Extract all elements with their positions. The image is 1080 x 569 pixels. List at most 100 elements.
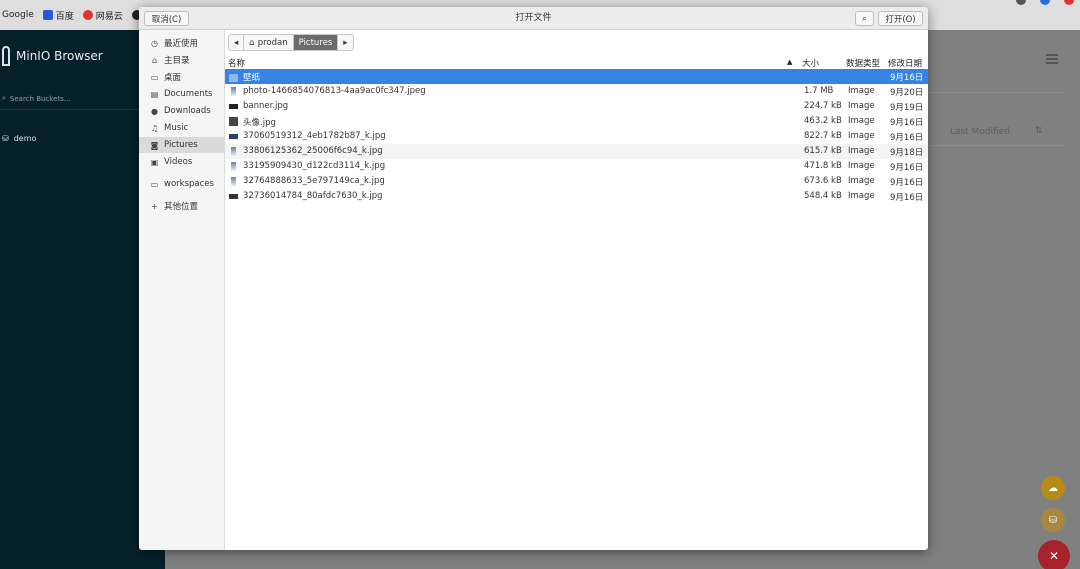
path-segment-home[interactable]: ⌂ prodan [244, 35, 294, 50]
place-desktop[interactable]: ▭ 桌面 [139, 69, 225, 85]
chevron-right-icon: ▸ [343, 37, 348, 48]
bucket-search-placeholder: Search Buckets... [9, 94, 71, 103]
cloud-upload-icon: ☁ [1048, 482, 1058, 494]
file-name: 头像.jpg [243, 118, 276, 128]
file-modified: 9月16日 [890, 118, 924, 128]
bucket-search[interactable]: ⌕ Search Buckets... [0, 94, 140, 110]
file-row[interactable]: 33806125362_25006f6c94_k.jpg 615.7 kB Im… [225, 144, 928, 159]
column-header-name[interactable]: 名称 [228, 57, 245, 69]
baidu-icon [42, 10, 53, 20]
video-icon: ▣ [150, 157, 159, 167]
sort-ascending-icon: ▲ [787, 58, 793, 66]
place-downloads[interactable]: ● Downloads [139, 103, 225, 119]
file-size: 822.7 kB [804, 131, 842, 141]
file-type: Image [848, 116, 875, 126]
close-icon: ✕ [1048, 549, 1060, 563]
sort-icon[interactable]: ⇅ [1035, 126, 1043, 136]
notification-icon[interactable] [1064, 0, 1074, 5]
column-header-modified[interactable]: 修改日期 [888, 57, 922, 69]
file-row[interactable]: 33195909430_d122cd3114_k.jpg 471.8 kB Im… [225, 159, 928, 174]
download-icon: ● [151, 106, 158, 116]
column-header-size[interactable]: 大小 [802, 57, 819, 69]
file-modified: 9月16日 [890, 133, 924, 143]
bookmark-google[interactable]: Google [2, 10, 34, 20]
file-name: 37060519312_4eb1782b87_k.jpg [243, 131, 386, 141]
image-file-icon [231, 147, 236, 156]
file-row[interactable]: photo-1466854076813-4aa9ac0fc347.jpeg 1.… [225, 84, 928, 99]
place-label: workspaces [164, 179, 214, 189]
path-segment-current[interactable]: Pictures [293, 35, 339, 50]
image-file-icon [229, 194, 238, 199]
file-modified: 9月20日 [890, 88, 924, 98]
place-pictures[interactable]: ◙ Pictures [139, 137, 225, 153]
place-workspaces[interactable]: ▭ workspaces [139, 176, 225, 192]
image-file-icon [229, 134, 238, 139]
minio-logo-icon [2, 46, 10, 66]
close-fab-button[interactable]: ✕ [1038, 540, 1070, 569]
folder-icon: ▭ [150, 179, 159, 189]
file-type: Image [848, 191, 875, 201]
search-icon: ⌕ [862, 13, 867, 24]
place-music[interactable]: ♫ Music [139, 120, 225, 136]
place-label: 桌面 [164, 73, 182, 83]
file-row[interactable]: 32736014784_80afdc7630_k.jpg 548.4 kB Im… [225, 189, 928, 204]
file-size: 224.7 kB [804, 101, 842, 111]
place-documents[interactable]: ▤ Documents [139, 86, 225, 102]
path-back-button[interactable]: ◂ [229, 35, 245, 50]
bookmark-google-label: Google [2, 10, 34, 20]
bucket-label: demo [13, 134, 37, 143]
bucket-icon: ⛁ [1048, 514, 1058, 526]
file-type: Image [848, 161, 875, 171]
file-modified: 9月19日 [890, 103, 924, 113]
file-type: Image [848, 131, 875, 141]
clock-icon: ◷ [151, 38, 158, 48]
file-modified: 9月16日 [890, 193, 924, 203]
place-label: 最近使用 [164, 39, 199, 49]
file-type: Image [848, 146, 875, 156]
bookmark-netease[interactable]: 网易云 [82, 9, 123, 22]
open-button[interactable]: 打开(O) [878, 11, 923, 26]
place-home[interactable]: ⌂ 主目录 [139, 52, 225, 68]
file-size: 463.2 kB [804, 116, 842, 126]
file-modified: 9月16日 [890, 178, 924, 188]
bookmark-baidu[interactable]: 百度 [42, 9, 74, 22]
file-name: 32764888633_5e797149ca_k.jpg [243, 176, 385, 186]
cancel-button[interactable]: 取消(C) [144, 11, 189, 26]
file-type: Image [848, 101, 875, 111]
home-icon: ⌂ [151, 55, 158, 65]
place-label: Pictures [164, 140, 198, 150]
bookmark-baidu-label: 百度 [55, 11, 74, 22]
file-name: 32736014784_80afdc7630_k.jpg [243, 191, 383, 201]
file-row[interactable]: 头像.jpg 463.2 kB Image 9月16日 [225, 114, 928, 129]
file-type: Image [848, 86, 875, 96]
music-icon: ♫ [150, 123, 159, 133]
place-other-locations[interactable]: + 其他位置 [139, 198, 225, 214]
create-bucket-button[interactable]: ⛁ [1041, 508, 1065, 532]
column-header-type[interactable]: 数据类型 [846, 57, 880, 69]
file-modified: 9月16日 [890, 73, 924, 83]
file-row[interactable]: 32764888633_5e797149ca_k.jpg 673.6 kB Im… [225, 174, 928, 189]
divider [928, 92, 1065, 93]
file-row[interactable]: 37060519312_4eb1782b87_k.jpg 822.7 kB Im… [225, 129, 928, 144]
netease-icon [82, 10, 93, 20]
place-label: Downloads [164, 106, 211, 116]
hamburger-menu-icon[interactable] [1046, 54, 1058, 64]
file-row[interactable]: 壁纸 9月16日 [225, 69, 928, 84]
home-icon: ⌂ [249, 37, 255, 48]
path-forward-button[interactable]: ▸ [338, 35, 352, 50]
upload-file-button[interactable]: ☁ [1041, 476, 1065, 500]
file-row[interactable]: banner.jpg 224.7 kB Image 9月19日 [225, 99, 928, 114]
place-recent[interactable]: ◷ 最近使用 [139, 35, 225, 51]
place-videos[interactable]: ▣ Videos [139, 154, 225, 170]
file-size: 471.8 kB [804, 161, 842, 171]
place-label: Music [164, 123, 189, 133]
file-size: 673.6 kB [804, 176, 842, 186]
last-modified-header[interactable]: Last Modified [950, 127, 1010, 137]
search-button[interactable]: ⌕ [855, 11, 874, 26]
file-chooser-dialog: 打开文件 取消(C) ⌕ 打开(O) ◷ 最近使用 ⌂ 主目录 ▭ 桌面 ▤ D… [139, 7, 928, 550]
file-name: photo-1466854076813-4aa9ac0fc347.jpeg [243, 86, 426, 96]
bucket-icon: ⛁ [2, 134, 9, 143]
file-size: 1.7 MB [804, 86, 834, 96]
profile-icon[interactable] [1040, 0, 1050, 5]
extension-icon[interactable] [1016, 0, 1026, 5]
